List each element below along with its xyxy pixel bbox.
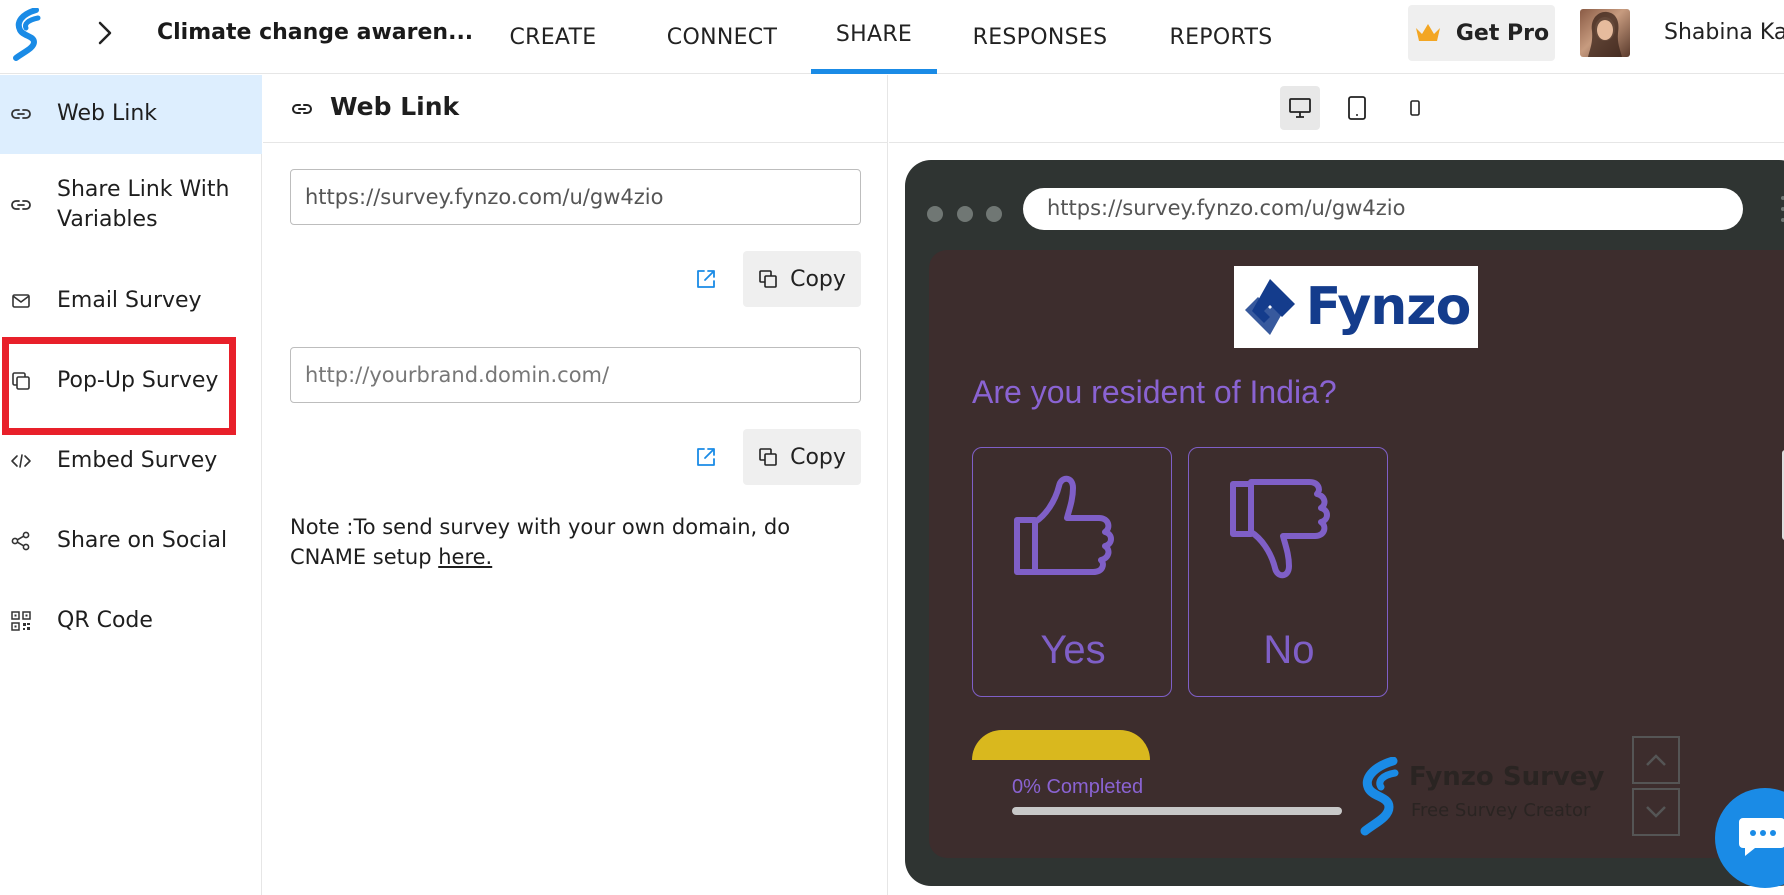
cname-setup-link[interactable]: here.: [438, 545, 492, 569]
qr-code-icon: [11, 611, 31, 631]
envelope-icon: [12, 294, 30, 308]
browser-mockup: https://survey.fynzo.com/u/gw4zio Fynzo …: [905, 160, 1784, 886]
share-icon: [11, 531, 30, 551]
sidebar-item-share-link-variables[interactable]: Share Link With Variables: [0, 170, 262, 240]
user-name[interactable]: Shabina Kau: [1664, 20, 1784, 45]
fynzo-logo: Fynzo: [1234, 266, 1478, 348]
footer-tagline: Free Survey Creator: [1411, 800, 1591, 821]
panel-header: Web Link: [263, 75, 888, 143]
progress-label: 0% Completed: [1012, 776, 1144, 798]
survey-url-input[interactable]: [290, 169, 861, 225]
chevron-down-icon: [1646, 806, 1666, 818]
copy-domain-button[interactable]: Copy: [743, 429, 861, 485]
sidebar-item-label: Share on Social: [57, 528, 228, 553]
tab-connect[interactable]: CONNECT: [652, 0, 792, 74]
note-text: Note :To send survey with your own domai…: [290, 515, 791, 569]
fynzo-wordmark: Fynzo: [1305, 277, 1472, 337]
previous-question-button[interactable]: [1632, 736, 1680, 784]
survey-preview-area: https://survey.fynzo.com/u/gw4zio Fynzo …: [889, 75, 1784, 895]
sidebar-item-email-survey[interactable]: Email Survey: [0, 279, 262, 323]
mobile-view-button[interactable]: [1395, 86, 1435, 130]
copy-icon: [759, 448, 777, 466]
tab-share[interactable]: SHARE: [811, 0, 937, 74]
tab-create[interactable]: CREATE: [498, 0, 608, 74]
chat-icon: [1739, 818, 1784, 856]
web-link-panel: Web Link Copy Copy Note :To send survey …: [263, 75, 888, 895]
window-dot: [927, 206, 943, 222]
copy-label: Copy: [790, 444, 846, 470]
tab-reports[interactable]: REPORTS: [1165, 0, 1277, 74]
custom-domain-input[interactable]: [290, 347, 861, 403]
panel-title: Web Link: [330, 92, 460, 121]
crown-icon: [1415, 24, 1440, 41]
sidebar-item-embed-survey[interactable]: Embed Survey: [0, 439, 262, 483]
mobile-icon: [1410, 100, 1420, 116]
sidebar-item-label: Email Survey: [57, 288, 202, 313]
share-sidebar: Web Link Share Link With Variables Email…: [0, 75, 262, 895]
avatar-photo-icon: [1588, 11, 1622, 57]
sidebar-item-label: Embed Survey: [57, 448, 218, 473]
code-icon: [11, 454, 31, 468]
get-pro-label: Get Pro: [1455, 20, 1550, 46]
choice-label: No: [1263, 628, 1315, 672]
next-question-button[interactable]: [1632, 788, 1680, 836]
tablet-icon: [1348, 96, 1366, 120]
top-header: Climate change awaren... CREATE CONNECT …: [0, 0, 1784, 74]
external-link-icon[interactable]: [694, 267, 718, 291]
footer-brand-name: Fynzo Survey: [1409, 762, 1605, 792]
copy-icon: [759, 270, 777, 288]
sidebar-item-label: Pop-Up Survey: [57, 368, 219, 393]
choice-label: Yes: [1040, 628, 1106, 672]
chevron-right-icon[interactable]: [94, 19, 116, 47]
address-bar: https://survey.fynzo.com/u/gw4zio: [1023, 188, 1743, 230]
avatar[interactable]: [1580, 9, 1630, 57]
desktop-icon: [1289, 98, 1311, 118]
sidebar-item-label: Web Link: [57, 101, 158, 126]
link-icon: [292, 104, 312, 114]
sidebar-item-share-on-social[interactable]: Share on Social: [0, 519, 262, 563]
sidebar-item-label: Share Link With Variables: [57, 177, 230, 232]
more-options-icon: [1781, 196, 1784, 222]
cname-note: Note :To send survey with your own domai…: [290, 512, 850, 572]
link-icon: [11, 200, 31, 210]
get-pro-button[interactable]: Get Pro: [1408, 5, 1555, 61]
thumbs-down-icon: [1230, 479, 1330, 579]
fynzo-diamond-icon: [1244, 279, 1295, 335]
window-dot: [986, 206, 1002, 222]
popup-icon: [12, 372, 30, 390]
tab-responses[interactable]: RESPONSES: [972, 0, 1108, 74]
sidebar-item-popup-survey[interactable]: Pop-Up Survey: [0, 359, 262, 403]
survey-viewport: Fynzo Are you resident of India? Yes No …: [929, 250, 1784, 858]
window-dot: [957, 206, 973, 222]
app-logo-icon[interactable]: [12, 8, 42, 62]
progress-bar: [1012, 807, 1342, 815]
copy-label: Copy: [790, 266, 846, 292]
submit-tab[interactable]: [972, 730, 1150, 760]
link-icon: [11, 109, 31, 119]
external-link-icon[interactable]: [694, 445, 718, 469]
copy-url-button[interactable]: Copy: [743, 251, 861, 307]
survey-title: Climate change awaren...: [157, 20, 474, 45]
choice-no[interactable]: No: [1188, 447, 1388, 697]
device-switcher: [889, 75, 1784, 143]
desktop-view-button[interactable]: [1280, 86, 1320, 130]
chevron-up-icon: [1646, 754, 1666, 766]
sidebar-item-label: QR Code: [57, 608, 153, 633]
choice-yes[interactable]: Yes: [972, 447, 1172, 697]
sidebar-item-qr-code[interactable]: QR Code: [0, 599, 262, 643]
thumbs-up-icon: [1014, 475, 1114, 575]
sidebar-item-web-link[interactable]: Web Link: [0, 75, 262, 154]
tablet-view-button[interactable]: [1337, 86, 1377, 130]
survey-question: Are you resident of India?: [972, 374, 1337, 410]
fynzo-survey-logo-icon: [1360, 757, 1399, 836]
